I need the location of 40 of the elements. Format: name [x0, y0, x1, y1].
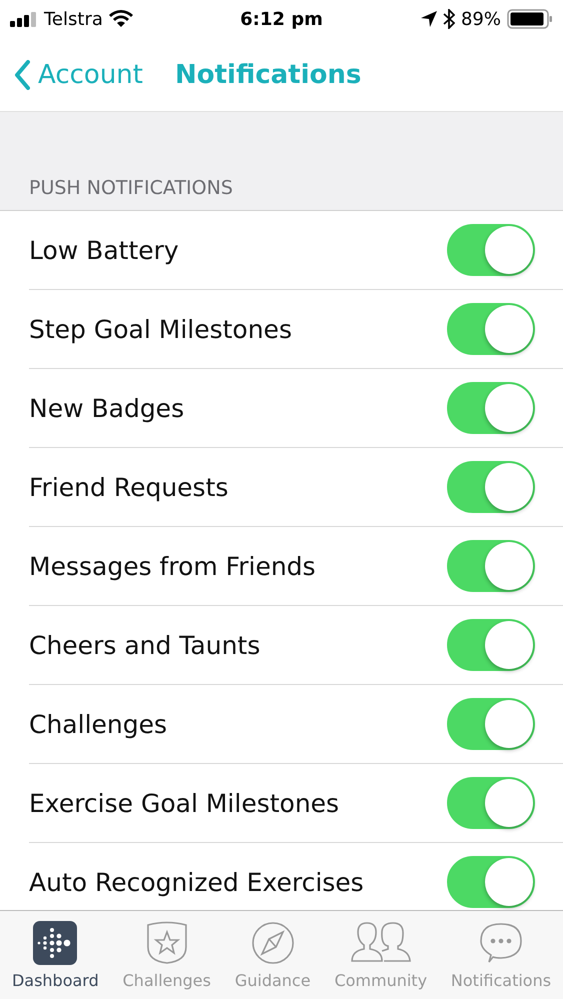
- back-button[interactable]: Account: [14, 60, 143, 90]
- wifi-icon: [108, 10, 133, 28]
- toggle-switch[interactable]: [447, 382, 535, 434]
- compass-icon: [250, 920, 295, 964]
- setting-label: Challenges: [29, 710, 168, 738]
- toggle-switch[interactable]: [447, 619, 535, 671]
- toggle-switch[interactable]: [447, 777, 535, 829]
- toggle-switch[interactable]: [447, 303, 535, 355]
- toggle-switch[interactable]: [447, 856, 535, 908]
- signal-icon: [10, 11, 38, 27]
- setting-label: Auto Recognized Exercises: [29, 868, 364, 896]
- tab-bar-item[interactable]: Guidance: [234, 920, 311, 990]
- setting-label: Exercise Goal Milestones: [29, 788, 340, 818]
- tab-bar-item[interactable]: Community: [334, 920, 428, 990]
- tab-bar-item[interactable]: Challenges: [122, 920, 211, 990]
- setting-label: Cheers and Taunts: [29, 630, 260, 660]
- section-header: PUSH NOTIFICATIONS: [0, 112, 563, 211]
- setting-label: Step Goal Milestones: [29, 314, 292, 344]
- setting-label: Messages from Friends: [29, 552, 316, 580]
- toggle-switch[interactable]: [447, 461, 535, 513]
- screen-title: Notifications: [174, 60, 362, 90]
- chat-bubble-icon: [478, 920, 523, 964]
- setting-label: Low Battery: [29, 236, 179, 264]
- toggle-switch[interactable]: [447, 698, 535, 750]
- status-time: 6:12 pm: [240, 8, 323, 30]
- bluetooth-icon: [442, 9, 455, 29]
- chevron-left-icon: [14, 60, 30, 90]
- location-icon: [420, 11, 437, 27]
- carrier-name: Telstra: [44, 8, 103, 30]
- toggle-switch[interactable]: [447, 224, 535, 276]
- tab-bar-item[interactable]: Notifications: [450, 920, 552, 990]
- setting-label: New Badges: [29, 394, 184, 422]
- tab-bar-item[interactable]: Dashboard: [12, 920, 99, 990]
- setting-label: Friend Requests: [29, 472, 228, 502]
- toggle-switch[interactable]: [447, 540, 535, 592]
- battery-percent: 89%: [460, 8, 501, 30]
- shield-star-icon: [144, 920, 189, 964]
- battery-icon: [507, 9, 553, 29]
- dots-logo-icon: [33, 920, 78, 964]
- people-icon: [350, 920, 412, 964]
